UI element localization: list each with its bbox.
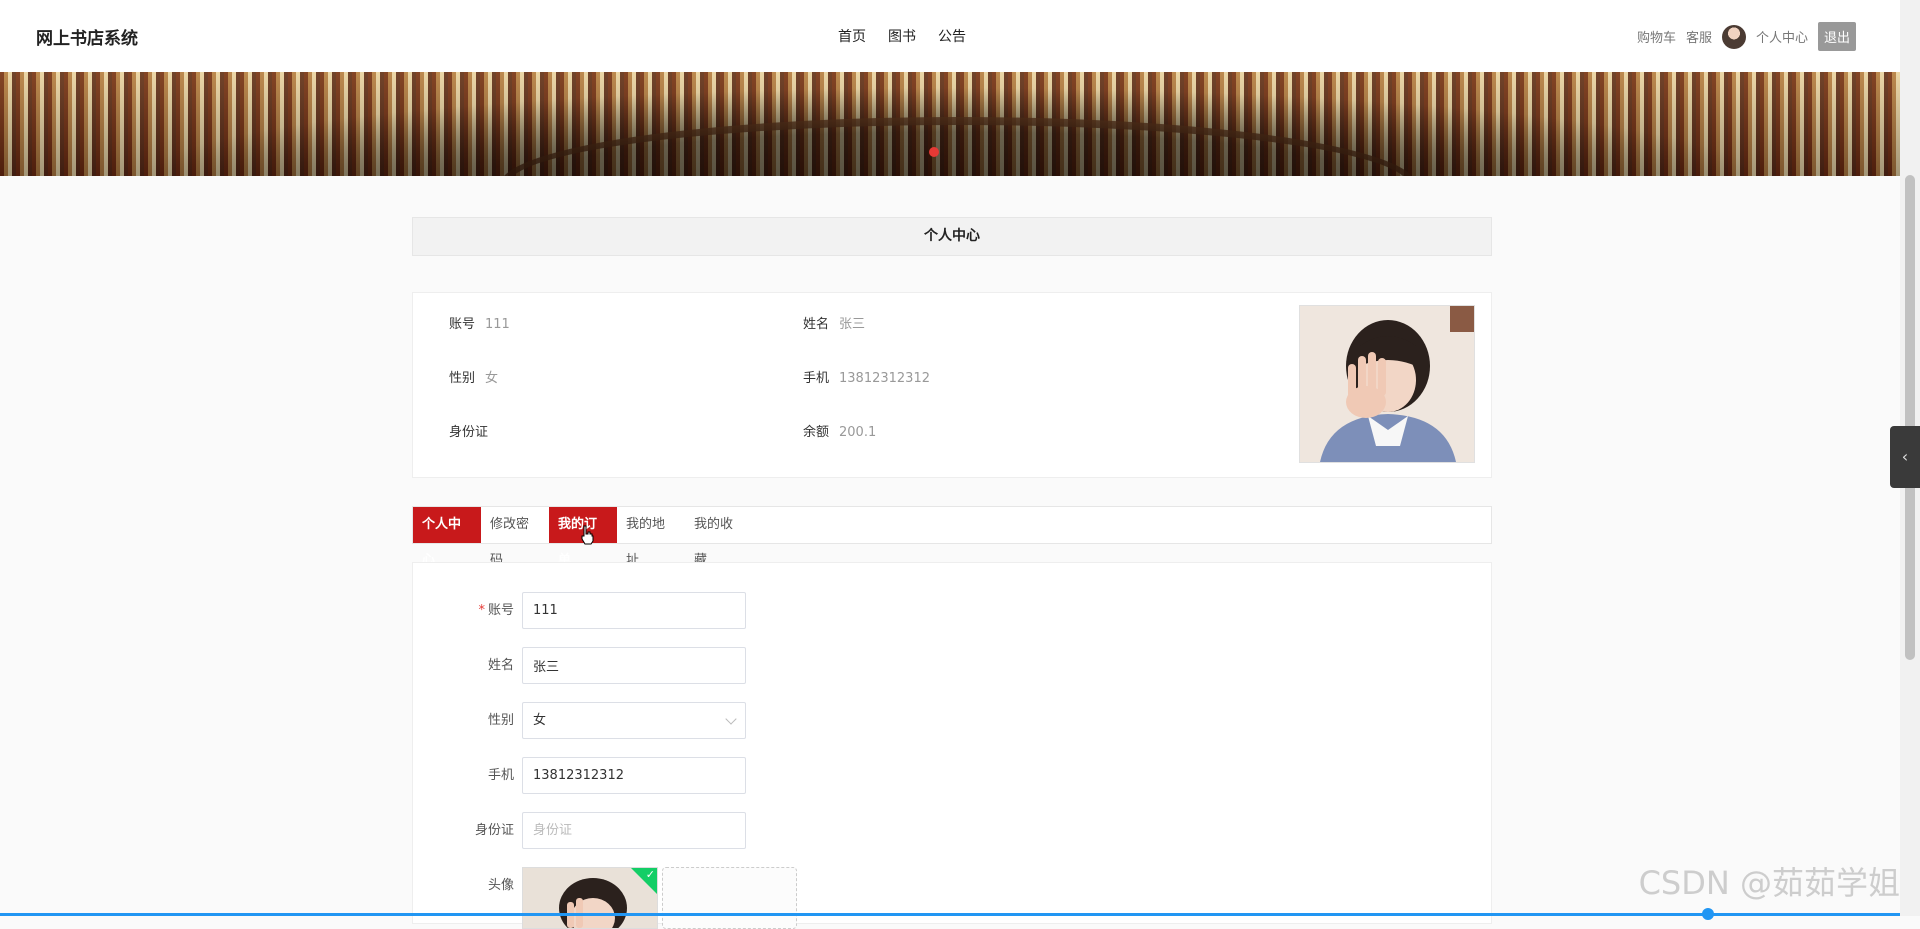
gender-label: 性别: [487, 713, 514, 728]
cart-link[interactable]: 购物车: [1637, 27, 1676, 46]
avatar-upload-button[interactable]: [662, 867, 797, 929]
info-gender-value: 女: [485, 371, 499, 386]
form-row-account: * 账号: [413, 592, 813, 629]
user-center-link[interactable]: 个人中心: [1756, 27, 1808, 46]
info-balance-label: 余额: [803, 425, 830, 440]
info-gender: 性别女: [449, 367, 498, 386]
progress-knob[interactable]: [1702, 908, 1714, 920]
profile-form: *账号 姓名 性别 女 手机 身份证 头像 ✓: [412, 562, 1492, 929]
tab-my-address[interactable]: 我的地址: [617, 507, 685, 568]
info-phone-value: 13812312312: [839, 371, 930, 386]
info-phone: 手机 13812312312: [803, 367, 930, 386]
info-account-value: 111: [485, 317, 510, 332]
profile-info-card: 账号 111 姓名 张三 性别女 手机 13812312312 身份证 余额 200.1: [412, 292, 1492, 478]
form-row-idcard: 身份证: [413, 812, 813, 849]
nav-home[interactable]: 首页: [838, 26, 866, 46]
idcard-label: 身份证: [474, 823, 514, 838]
tab-change-password[interactable]: 修改密码: [481, 507, 549, 568]
carousel-indicator[interactable]: [929, 147, 939, 157]
info-gender-label: 性别: [449, 371, 476, 386]
form-row-gender: 性别 女: [413, 702, 813, 739]
service-link[interactable]: 客服: [1686, 27, 1712, 46]
hero-banner: [0, 72, 1900, 176]
site-brand[interactable]: 网上书店系统: [36, 24, 138, 49]
form-row-phone: 手机: [413, 757, 813, 794]
avatar-label: 头像: [487, 878, 514, 893]
account-label-text: 账号: [487, 603, 514, 618]
name-label: 姓名: [487, 658, 514, 673]
hand-cursor-icon: [581, 525, 594, 545]
chevron-left-icon[interactable]: ‹: [1890, 426, 1920, 488]
scrollbar-thumb[interactable]: [1905, 175, 1915, 660]
upload-success-icon: ✓: [631, 868, 657, 894]
user-bar: 购物车 客服 个人中心 退出: [1637, 22, 1856, 51]
info-balance: 余额 200.1: [803, 421, 876, 440]
main-nav: 首页 图书 公告: [838, 26, 966, 46]
name-input[interactable]: [522, 647, 746, 684]
info-account: 账号 111: [449, 313, 510, 332]
chevron-down-icon: [725, 713, 737, 725]
form-row-avatar: 头像 ✓: [413, 867, 813, 929]
phone-input[interactable]: [522, 757, 746, 794]
form-row-name: 姓名: [413, 647, 813, 684]
tab-profile[interactable]: 个人中心: [413, 507, 481, 568]
info-balance-value: 200.1: [839, 425, 877, 440]
info-idcard: 身份证: [449, 421, 498, 440]
logout-button[interactable]: 退出: [1817, 22, 1856, 51]
idcard-input[interactable]: [522, 812, 746, 849]
profile-photo: [1299, 305, 1475, 463]
nav-books[interactable]: 图书: [888, 26, 916, 46]
gender-select[interactable]: 女: [522, 702, 746, 739]
info-name-value: 张三: [839, 317, 866, 332]
info-name-label: 姓名: [803, 317, 830, 332]
watermark: CSDN @茹茹学姐: [1638, 864, 1900, 902]
nav-notices[interactable]: 公告: [938, 26, 966, 46]
profile-photo-art: [1300, 306, 1474, 462]
top-navbar: 网上书店系统 首页 图书 公告 购物车 客服 个人中心 退出: [0, 0, 1900, 73]
page-title: 个人中心: [412, 217, 1492, 256]
avatar-thumbnail[interactable]: ✓: [522, 867, 658, 929]
gender-select-value: 女: [533, 713, 547, 728]
required-mark: *: [478, 603, 485, 618]
info-name: 姓名 张三: [803, 313, 865, 332]
tab-my-favorites[interactable]: 我的收藏: [685, 507, 753, 568]
info-phone-label: 手机: [803, 371, 830, 386]
user-avatar[interactable]: [1721, 24, 1746, 49]
account-label: * 账号: [478, 592, 514, 629]
account-input[interactable]: [522, 592, 746, 629]
profile-tabs: 个人中心 修改密码 我的订单 我的地址 我的收藏: [412, 506, 1492, 568]
info-account-label: 账号: [449, 317, 476, 332]
phone-label: 手机: [487, 768, 514, 783]
banner-shade: [0, 72, 1900, 176]
info-idcard-label: 身份证: [449, 425, 489, 440]
